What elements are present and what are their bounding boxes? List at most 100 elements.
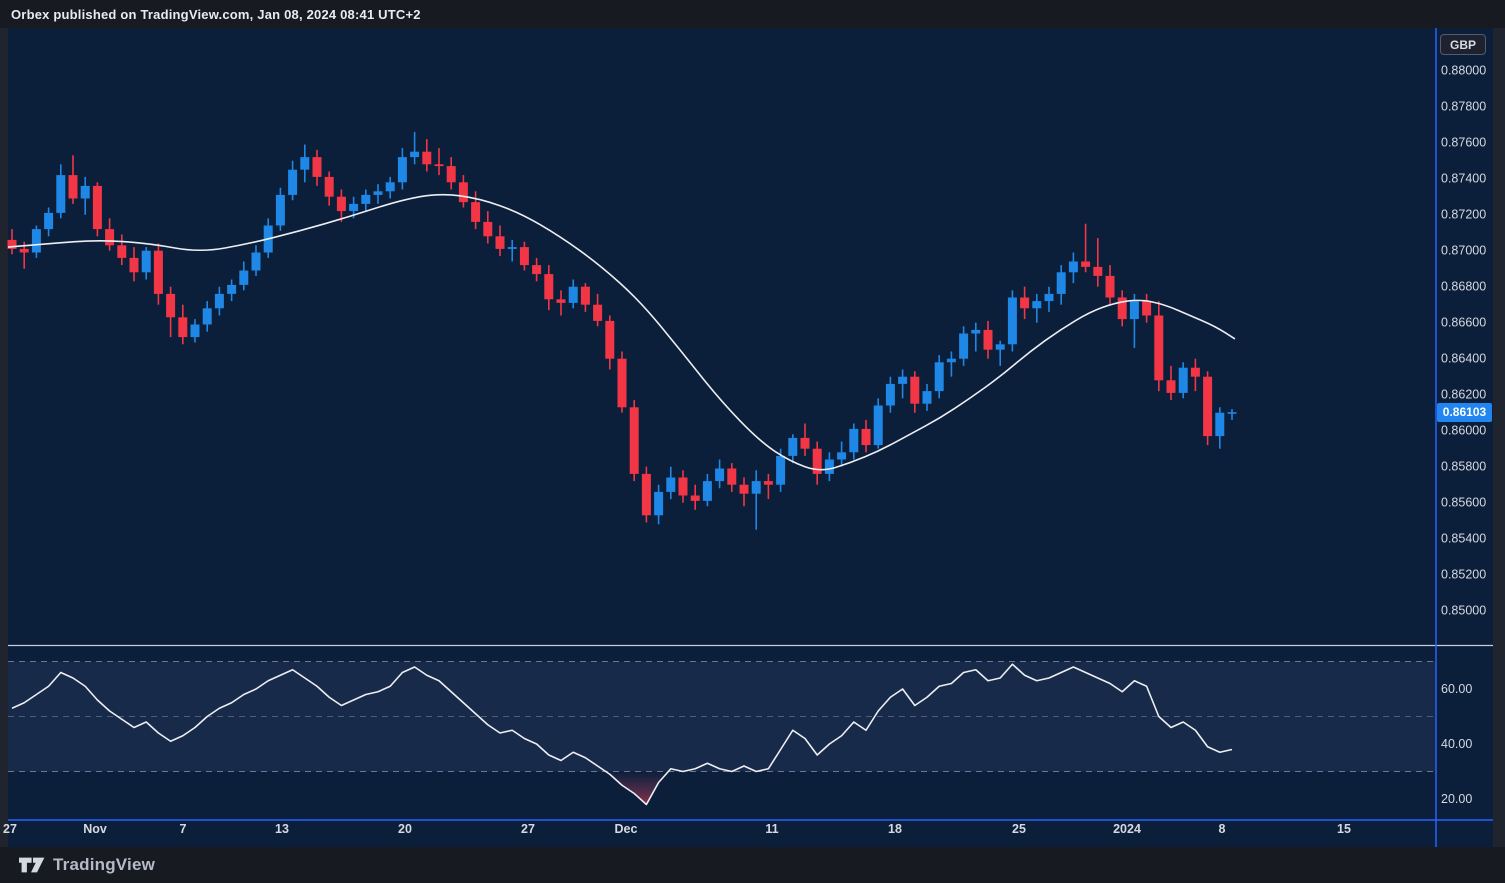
candle-body: [520, 247, 529, 265]
price-axis-label: 0.86200: [1441, 388, 1486, 402]
candle-body: [117, 245, 126, 258]
candle-body: [923, 391, 932, 404]
candle-body: [996, 344, 1005, 349]
candle-body: [910, 377, 919, 404]
candle-body: [288, 170, 297, 195]
candle-body: [666, 478, 675, 492]
price-axis-label: 0.87200: [1441, 208, 1486, 222]
time-axis-label: 7: [180, 822, 187, 836]
time-axis-label: 8: [1219, 822, 1226, 836]
candle-body: [374, 191, 383, 195]
candle-body: [435, 164, 444, 166]
price-axis-label: 0.86800: [1441, 280, 1486, 294]
candle-body: [544, 274, 553, 299]
candle-body: [984, 330, 993, 350]
candle-body: [386, 182, 395, 191]
candle-body: [849, 429, 858, 452]
price-axis-label: 0.85800: [1441, 460, 1486, 474]
time-axis[interactable]: [8, 820, 1493, 847]
candle-body: [691, 496, 700, 501]
candle-body: [1069, 262, 1078, 273]
time-axis-label: 27: [3, 822, 17, 836]
candle-body: [654, 492, 663, 515]
candle-body: [715, 469, 724, 482]
candle-body: [337, 197, 346, 211]
candle-body: [239, 271, 248, 285]
time-axis-label: 11: [765, 822, 778, 836]
time-axis-label: 27: [521, 822, 535, 836]
candle-body: [935, 362, 944, 391]
candle-body: [1106, 276, 1115, 298]
candle-body: [862, 429, 871, 445]
tradingview-screenshot: Orbex published on TradingView.com, Jan …: [0, 0, 1505, 883]
candle-body: [740, 485, 749, 494]
publish-banner-text: Orbex published on TradingView.com, Jan …: [11, 7, 421, 22]
candle-body: [532, 265, 541, 274]
candle-body: [166, 294, 175, 317]
price-chart[interactable]: 0.880000.878000.876000.874000.872000.870…: [0, 28, 1505, 847]
candle-body: [679, 478, 688, 496]
right-margin: [1493, 28, 1505, 847]
time-axis-label: 18: [888, 822, 902, 836]
candle-body: [1032, 301, 1041, 308]
candle-body: [154, 251, 163, 294]
price-axis-label: 0.87800: [1441, 100, 1486, 114]
candle-body: [581, 287, 590, 305]
candle-body: [898, 377, 907, 384]
candle-body: [313, 157, 322, 177]
time-axis-label: Dec: [615, 822, 638, 836]
candle-body: [215, 294, 224, 308]
price-axis-label: 0.86000: [1441, 424, 1486, 438]
candle-body: [1081, 262, 1090, 267]
rsi-axis-label: 40.00: [1441, 737, 1472, 751]
candle-body: [764, 481, 773, 485]
candle-body: [1020, 298, 1029, 309]
candle-body: [1057, 272, 1066, 294]
candle-body: [252, 253, 261, 271]
symbol-currency-button[interactable]: GBP: [1440, 34, 1486, 55]
candle-body: [593, 305, 602, 321]
candle-body: [605, 321, 614, 359]
candle-body: [349, 204, 358, 211]
candle-body: [483, 222, 492, 236]
candle-body: [642, 474, 651, 515]
candle-body: [776, 456, 785, 485]
candle-body: [703, 481, 712, 501]
price-axis-label: 0.85400: [1441, 532, 1486, 546]
left-margin: [0, 28, 8, 847]
time-axis-label: 13: [275, 822, 289, 836]
publish-banner: Orbex published on TradingView.com, Jan …: [0, 0, 1505, 28]
candle-body: [557, 299, 566, 303]
candle-body: [1045, 294, 1054, 301]
candle-body: [630, 407, 639, 474]
candle-body: [886, 384, 895, 406]
chart-area: 0.880000.878000.876000.874000.872000.870…: [0, 28, 1505, 847]
candle-body: [947, 359, 956, 363]
candle-body: [93, 186, 102, 229]
price-axis-label: 0.87000: [1441, 244, 1486, 258]
candle-body: [1008, 298, 1017, 345]
tradingview-brand[interactable]: TradingView: [53, 855, 155, 875]
candle-body: [203, 308, 212, 324]
candle-body: [825, 460, 834, 474]
candle-body: [1130, 301, 1139, 319]
candle-body: [874, 406, 883, 446]
candle-body: [44, 213, 53, 229]
time-axis-label: Nov: [83, 822, 107, 836]
candle-body: [191, 325, 200, 338]
candle-body: [1142, 301, 1151, 315]
candle-body: [276, 195, 285, 226]
tradingview-logo-icon[interactable]: [19, 855, 46, 875]
price-axis-label: 0.85600: [1441, 496, 1486, 510]
candle-body: [1228, 412, 1237, 414]
candle-body: [1167, 380, 1176, 393]
candle-body: [142, 251, 151, 273]
candle-body: [1154, 316, 1163, 381]
candle-body: [496, 236, 505, 249]
candle-body: [410, 152, 419, 157]
price-axis-label: 0.86400: [1441, 352, 1486, 366]
candle-body: [752, 481, 761, 494]
candle-body: [325, 177, 334, 197]
candle-body: [56, 175, 65, 213]
candle-body: [837, 452, 846, 459]
